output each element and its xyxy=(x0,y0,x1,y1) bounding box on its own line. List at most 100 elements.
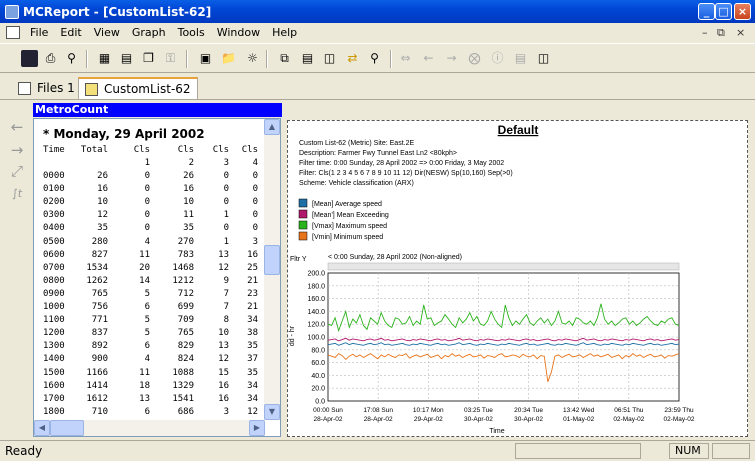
document-menu-icon[interactable] xyxy=(6,26,20,39)
table-cell: 824 xyxy=(177,354,194,365)
table-cell: 837 xyxy=(91,328,108,339)
scroll-right-button[interactable]: ▶ xyxy=(249,420,265,436)
period-bar[interactable] xyxy=(327,262,680,271)
tab-customlist-label: CustomList-62 xyxy=(104,82,191,96)
table-cell: 1212 xyxy=(172,275,194,286)
scroll-up-button[interactable]: ▲ xyxy=(264,119,280,135)
vertical-scrollbar[interactable]: ▲ ▼ xyxy=(264,119,280,420)
book-icon[interactable]: ◫ xyxy=(535,50,552,67)
y-tick-label: 120.0 xyxy=(307,322,325,329)
scroll-left-button[interactable]: ◀ xyxy=(34,420,50,436)
menu-tools[interactable]: Tools xyxy=(172,26,211,39)
cascade-icon[interactable]: ⧉ xyxy=(276,50,293,67)
table-cell: 12 xyxy=(247,406,258,417)
table-icon[interactable]: ▤ xyxy=(118,50,135,67)
y-tick-label: 140.0 xyxy=(307,309,325,316)
table-row: 0000 26 0 26 0 0 xyxy=(34,171,264,184)
cancel-icon[interactable]: ⨂ xyxy=(466,50,483,67)
minimize-button[interactable]: _ xyxy=(698,3,715,20)
print-preview-icon[interactable]: ⚲ xyxy=(63,50,80,67)
function-icon[interactable]: ∫t xyxy=(8,185,26,203)
table-cell: 827 xyxy=(91,249,108,260)
print-icon[interactable]: ⎙ xyxy=(42,50,59,67)
table-cell: 12 xyxy=(218,354,229,365)
table-cell: 0500 xyxy=(43,236,65,247)
table-cell: 5 xyxy=(144,315,150,326)
table-cell: 6 xyxy=(144,302,150,312)
menu-graph[interactable]: Graph xyxy=(126,26,172,39)
tab-bar: Files 1 CustomList-62 xyxy=(0,74,755,100)
swap-icon[interactable]: ⇄ xyxy=(344,50,361,67)
legend-swatch xyxy=(298,198,308,208)
mdi-minimize-button[interactable]: – xyxy=(702,26,708,39)
table-cell: 3 xyxy=(252,236,258,247)
table-cell: 5 xyxy=(144,328,150,339)
menu-file[interactable]: File xyxy=(24,26,54,39)
document-icon[interactable]: ▤ xyxy=(512,50,529,67)
left-arrow-icon[interactable]: ← xyxy=(8,118,26,136)
horizontal-scroll-thumb[interactable] xyxy=(50,420,84,436)
legend-label: [Vmax] Maximum speed xyxy=(312,223,387,230)
double-arrow-icon[interactable]: ⇔ xyxy=(397,50,414,67)
table-cell: 6 xyxy=(144,406,150,417)
x-tick-date: 29-Apr-02 xyxy=(414,416,443,423)
table-cell: 1414 xyxy=(86,380,108,391)
horizontal-split-icon[interactable]: ▤ xyxy=(299,50,316,67)
mdi-restore-button[interactable]: ⧉ xyxy=(717,26,725,40)
table-cell: 35 xyxy=(247,367,258,378)
status-text: Ready xyxy=(5,444,43,458)
class-number: 4 xyxy=(252,158,258,168)
folder-icon[interactable]: 📁 xyxy=(220,50,237,67)
forward-arrow-icon[interactable]: → xyxy=(443,50,460,67)
period-label: < 0:00 Sunday, 28 April 2002 (Non-aligne… xyxy=(328,254,462,261)
y-tick-label: 200.0 xyxy=(307,271,325,278)
table-cell: 10 xyxy=(97,197,108,208)
vertical-scroll-thumb[interactable] xyxy=(264,245,280,275)
x-tick-time: 06:51 Thu xyxy=(614,407,644,414)
menu-window[interactable]: Window xyxy=(211,26,266,39)
vertical-split-icon[interactable]: ◫ xyxy=(321,50,338,67)
close-button[interactable]: × xyxy=(734,3,751,20)
mdi-close-button[interactable]: × xyxy=(736,26,745,39)
tile-icon[interactable]: ▣ xyxy=(197,50,214,67)
grid-icon[interactable]: ▦ xyxy=(96,50,113,67)
menu-view[interactable]: View xyxy=(88,26,126,39)
table-cell: 10 xyxy=(218,328,229,339)
table-row: 0300 12 0 11 1 0 xyxy=(34,210,264,223)
table-cell: 7 xyxy=(223,288,229,299)
info-icon[interactable]: ⓘ xyxy=(489,50,506,67)
save-icon[interactable] xyxy=(21,50,38,67)
copy-icon[interactable]: ❐ xyxy=(140,50,157,67)
zoom-icon[interactable]: ⚲ xyxy=(366,50,383,67)
table-row: 1100 771 5 709 8 34 xyxy=(34,315,264,328)
table-cell: 1534 xyxy=(86,262,108,273)
x-tick-date: 30-Apr-02 xyxy=(464,416,493,423)
y-axis-label: dd - hr xyxy=(289,325,296,346)
globe-icon[interactable]: ☼ xyxy=(244,50,261,67)
right-arrow-icon[interactable]: → xyxy=(8,141,26,159)
back-arrow-icon[interactable]: ← xyxy=(420,50,437,67)
window-title: MCReport - [CustomList-62] xyxy=(23,4,212,19)
title-bar: MCReport - [CustomList-62] _ □ × xyxy=(0,0,755,23)
table-cell: 0 xyxy=(252,184,258,195)
x-tick-time: 20:34 Tue xyxy=(514,407,543,414)
maximize-button[interactable]: □ xyxy=(715,3,732,20)
menu-help[interactable]: Help xyxy=(266,26,303,39)
table-cell: 0300 xyxy=(43,210,65,221)
legend-label: [Mean] Average speed xyxy=(312,201,382,208)
scroll-down-button[interactable]: ▼ xyxy=(264,404,280,420)
tab-customlist[interactable]: CustomList-62 xyxy=(78,77,198,99)
horizontal-scrollbar[interactable]: ◀ ▶ xyxy=(34,420,265,436)
table-cell: 710 xyxy=(91,406,108,417)
table-row: 1300 892 6 829 13 35 xyxy=(34,341,264,354)
resize-icon[interactable]: ⤢ xyxy=(8,162,26,180)
x-tick-date: 02-May-02 xyxy=(663,416,694,423)
col-cls: Cls xyxy=(212,145,229,155)
table-cell: 1500 xyxy=(43,367,65,378)
tab-files[interactable]: Files 1 xyxy=(12,77,81,99)
class-number-row: 1 2 3 4 xyxy=(34,158,264,171)
table-cell: 1468 xyxy=(172,262,194,273)
find-icon[interactable]: ⚿ xyxy=(162,50,179,67)
menu-edit[interactable]: Edit xyxy=(54,26,87,39)
table-cell: 765 xyxy=(91,288,108,299)
